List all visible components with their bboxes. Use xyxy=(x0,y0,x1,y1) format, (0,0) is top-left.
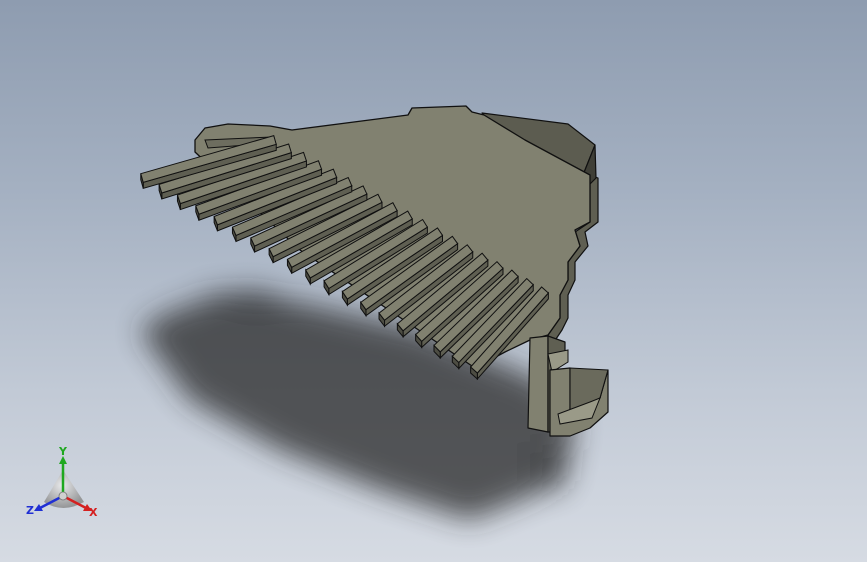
triad-origin xyxy=(58,491,68,501)
model-view[interactable] xyxy=(0,0,867,562)
support-leg[interactable] xyxy=(527,335,549,433)
x-axis-label: X xyxy=(89,506,98,519)
z-axis-label: Z xyxy=(26,504,34,517)
y-axis-label: Y xyxy=(58,446,68,458)
view-triad[interactable]: Y X Z xyxy=(22,446,108,526)
graphics-viewport[interactable]: Y X Z xyxy=(0,0,867,562)
